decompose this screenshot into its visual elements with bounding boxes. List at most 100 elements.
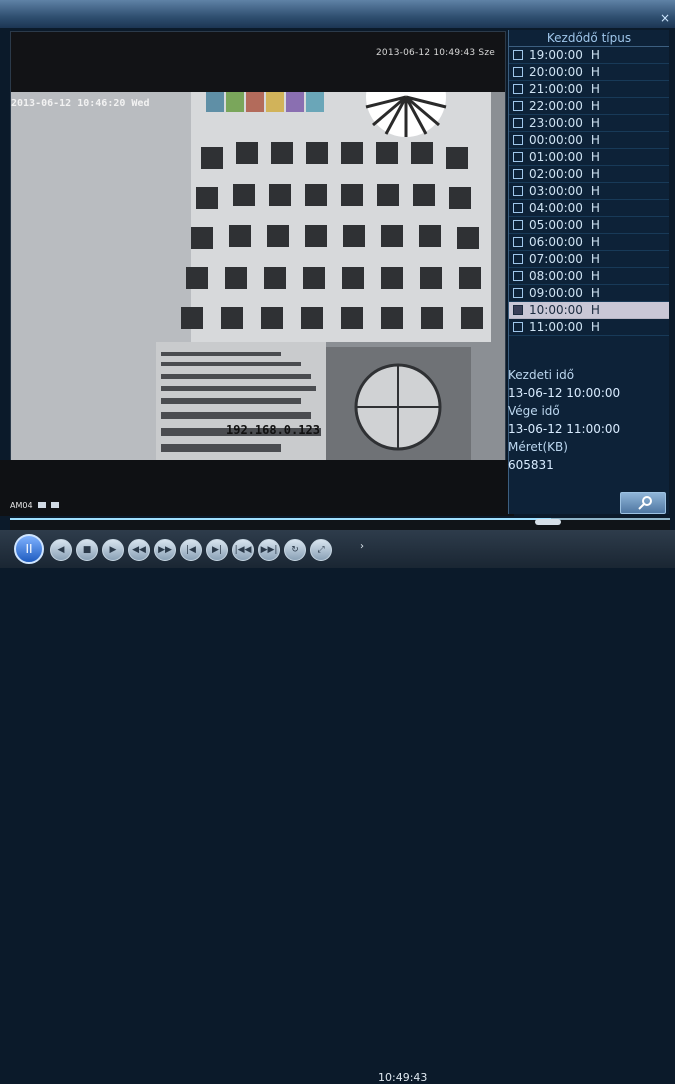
file-list-item[interactable]: 10:00:00 H (509, 302, 669, 319)
file-list-item[interactable]: 23:00:00 H (509, 115, 669, 132)
checkbox[interactable] (513, 322, 523, 332)
previous-frame-icon: |◀ (186, 545, 196, 555)
stop-icon: ■ (82, 545, 92, 555)
file-list-item[interactable]: 19:00:00 H (509, 47, 669, 64)
file-type: H (590, 218, 600, 232)
file-start-time: 21:00:00 (529, 82, 583, 96)
file-start-time: 23:00:00 (529, 116, 583, 130)
file-type: H (590, 235, 600, 249)
file-list-item[interactable]: 00:00:00 H (509, 132, 669, 149)
next-file-button[interactable]: ▶▶| (258, 539, 280, 561)
fast-forward-icon: ▶▶ (158, 545, 172, 555)
timeline-progress (10, 518, 552, 520)
next-frame-button[interactable]: ▶| (206, 539, 228, 561)
video-top-timestamp: 2013-06-12 10:49:43 Sze (375, 48, 495, 58)
checkbox[interactable] (513, 67, 523, 77)
recording-details: Kezdeti idő 13-06-12 10:00:00 Vége idő 1… (508, 366, 668, 474)
checkbox[interactable] (513, 84, 523, 94)
file-list-item[interactable]: 02:00:00 H (509, 166, 669, 183)
camera-label-text: AM04 (10, 501, 33, 510)
next-file-icon: ▶▶| (260, 545, 278, 555)
file-start-time: 20:00:00 (529, 65, 583, 79)
checkbox[interactable] (513, 288, 523, 298)
file-list-item[interactable]: 01:00:00 H (509, 149, 669, 166)
file-start-time: 19:00:00 (529, 48, 583, 62)
close-icon[interactable]: × (659, 12, 671, 24)
file-list-item[interactable]: 22:00:00 H (509, 98, 669, 115)
file-list-item[interactable]: 11:00:00 H (509, 319, 669, 336)
file-type: H (590, 269, 600, 283)
start-time-value: 13-06-12 10:00:00 (508, 386, 621, 400)
camera-status-icon (38, 502, 47, 508)
file-type: H (590, 150, 600, 164)
file-list-item[interactable]: 07:00:00 H (509, 251, 669, 268)
checkbox[interactable] (513, 254, 523, 264)
previous-frame-button[interactable]: |◀ (180, 539, 202, 561)
file-list-item[interactable]: 09:00:00 H (509, 285, 669, 302)
timeline-slider-thumb[interactable] (535, 519, 561, 525)
file-type: H (590, 48, 600, 62)
video-test-chart (11, 92, 505, 462)
pause-icon: II (25, 542, 33, 556)
file-list-item[interactable]: 05:00:00 H (509, 217, 669, 234)
file-type: H (590, 167, 600, 181)
video-frame: 2013-06-12 10:46:20 Wed 192.168.0.123 (11, 92, 505, 462)
search-button[interactable] (620, 492, 666, 514)
video-player[interactable]: 2013-06-12 10:49:43 Sze 2013-06-12 10:46… (10, 31, 506, 463)
checkbox[interactable] (513, 169, 523, 179)
audio-icon (50, 502, 59, 508)
file-list-item[interactable]: 08:00:00 H (509, 268, 669, 285)
end-time-value: 13-06-12 11:00:00 (508, 422, 621, 436)
playback-timeline[interactable] (10, 518, 670, 530)
end-time-label: Vége idő (508, 404, 560, 418)
repeat-button[interactable]: ↻ (284, 539, 306, 561)
file-type: H (590, 116, 600, 130)
stop-button[interactable]: ■ (76, 539, 98, 561)
reverse-play-icon: ◀ (57, 545, 65, 555)
size-value: 605831 (508, 458, 554, 472)
fullscreen-button[interactable]: ⤢ (310, 539, 332, 561)
file-type: H (590, 286, 600, 300)
checkbox[interactable] (513, 220, 523, 230)
start-time-label: Kezdeti idő (508, 368, 575, 382)
search-icon (638, 496, 652, 510)
file-list-item[interactable]: 03:00:00 H (509, 183, 669, 200)
size-label: Méret(KB) (508, 440, 568, 454)
fast-forward-button[interactable]: ▶▶ (154, 539, 176, 561)
file-start-time: 07:00:00 (529, 252, 583, 266)
file-type: H (590, 133, 600, 147)
checkbox[interactable] (513, 152, 523, 162)
play-button[interactable]: ▶ (102, 539, 124, 561)
checkbox[interactable] (513, 50, 523, 60)
rewind-button[interactable]: ◀◀ (128, 539, 150, 561)
file-start-time: 22:00:00 (529, 99, 583, 113)
previous-file-icon: |◀◀ (234, 545, 252, 555)
file-start-time: 00:00:00 (529, 133, 583, 147)
repeat-icon: ↻ (291, 545, 299, 555)
file-list-item[interactable]: 04:00:00 H (509, 200, 669, 217)
checkbox[interactable] (513, 271, 523, 281)
video-ip-overlay: 192.168.0.123 (226, 423, 320, 437)
reverse-play-button[interactable]: ◀ (50, 539, 72, 561)
checkbox[interactable] (513, 305, 523, 315)
checkbox[interactable] (513, 101, 523, 111)
checkbox[interactable] (513, 186, 523, 196)
time-indicator-icon: › (360, 541, 364, 552)
checkbox[interactable] (513, 203, 523, 213)
pause-button[interactable]: II (14, 534, 44, 564)
checkbox[interactable] (513, 237, 523, 247)
video-bottom-area (0, 460, 514, 516)
previous-file-button[interactable]: |◀◀ (232, 539, 254, 561)
file-list-item[interactable]: 20:00:00 H (509, 64, 669, 81)
file-type: H (590, 303, 600, 317)
checkbox[interactable] (513, 135, 523, 145)
file-list-item[interactable]: 21:00:00 H (509, 81, 669, 98)
file-list-item[interactable]: 06:00:00 H (509, 234, 669, 251)
file-type: H (590, 201, 600, 215)
checkbox[interactable] (513, 118, 523, 128)
video-osd-timestamp: 2013-06-12 10:46:20 Wed (11, 98, 150, 109)
file-start-time: 02:00:00 (529, 167, 583, 181)
file-type: H (590, 99, 600, 113)
file-list: 19:00:00 H 20:00:00 H 21:00:00 H 22:00:00 H 23:0… (509, 47, 669, 336)
fullscreen-icon: ⤢ (317, 545, 325, 555)
